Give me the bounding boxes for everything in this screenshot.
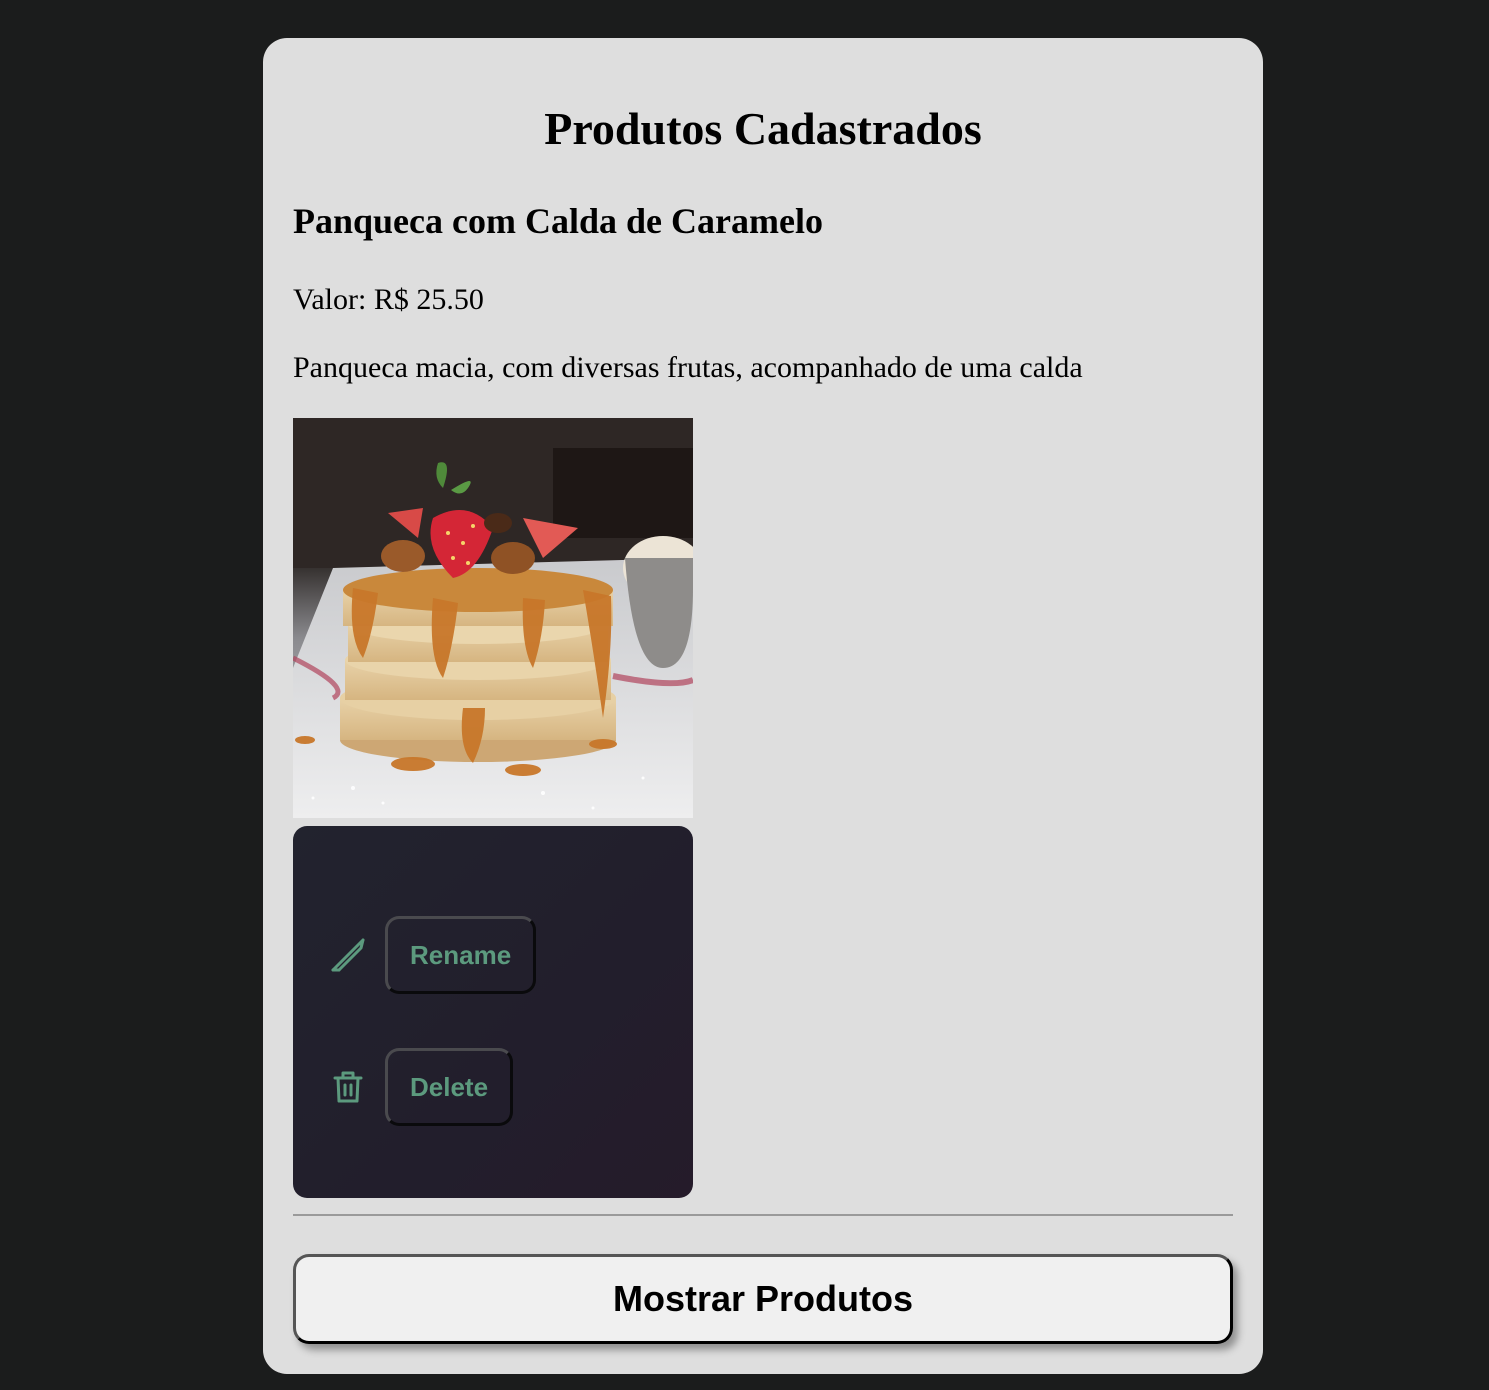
product-image bbox=[293, 418, 693, 818]
page-title: Produtos Cadastrados bbox=[544, 103, 982, 154]
delete-button[interactable]: Delete bbox=[385, 1048, 514, 1126]
pencil-icon bbox=[329, 936, 367, 974]
pancake-photo bbox=[293, 418, 693, 818]
product-name: Panqueca com Calda de Caramelo bbox=[293, 201, 823, 241]
show-products-button[interactable]: Mostrar Produtos bbox=[293, 1254, 1233, 1344]
products-card: Produtos Cadastrados Panqueca com Calda … bbox=[263, 38, 1263, 1374]
rename-row[interactable]: Rename bbox=[329, 916, 537, 994]
divider bbox=[293, 1214, 1233, 1216]
trash-icon bbox=[329, 1068, 367, 1106]
delete-row[interactable]: Delete bbox=[329, 1048, 514, 1126]
rename-button[interactable]: Rename bbox=[385, 916, 537, 994]
product-price: Valor: R$ 25.50 bbox=[293, 283, 484, 316]
product-actions-menu: Rename Delete bbox=[293, 826, 693, 1198]
product-description: Panqueca macia, com diversas frutas, aco… bbox=[293, 351, 1083, 384]
